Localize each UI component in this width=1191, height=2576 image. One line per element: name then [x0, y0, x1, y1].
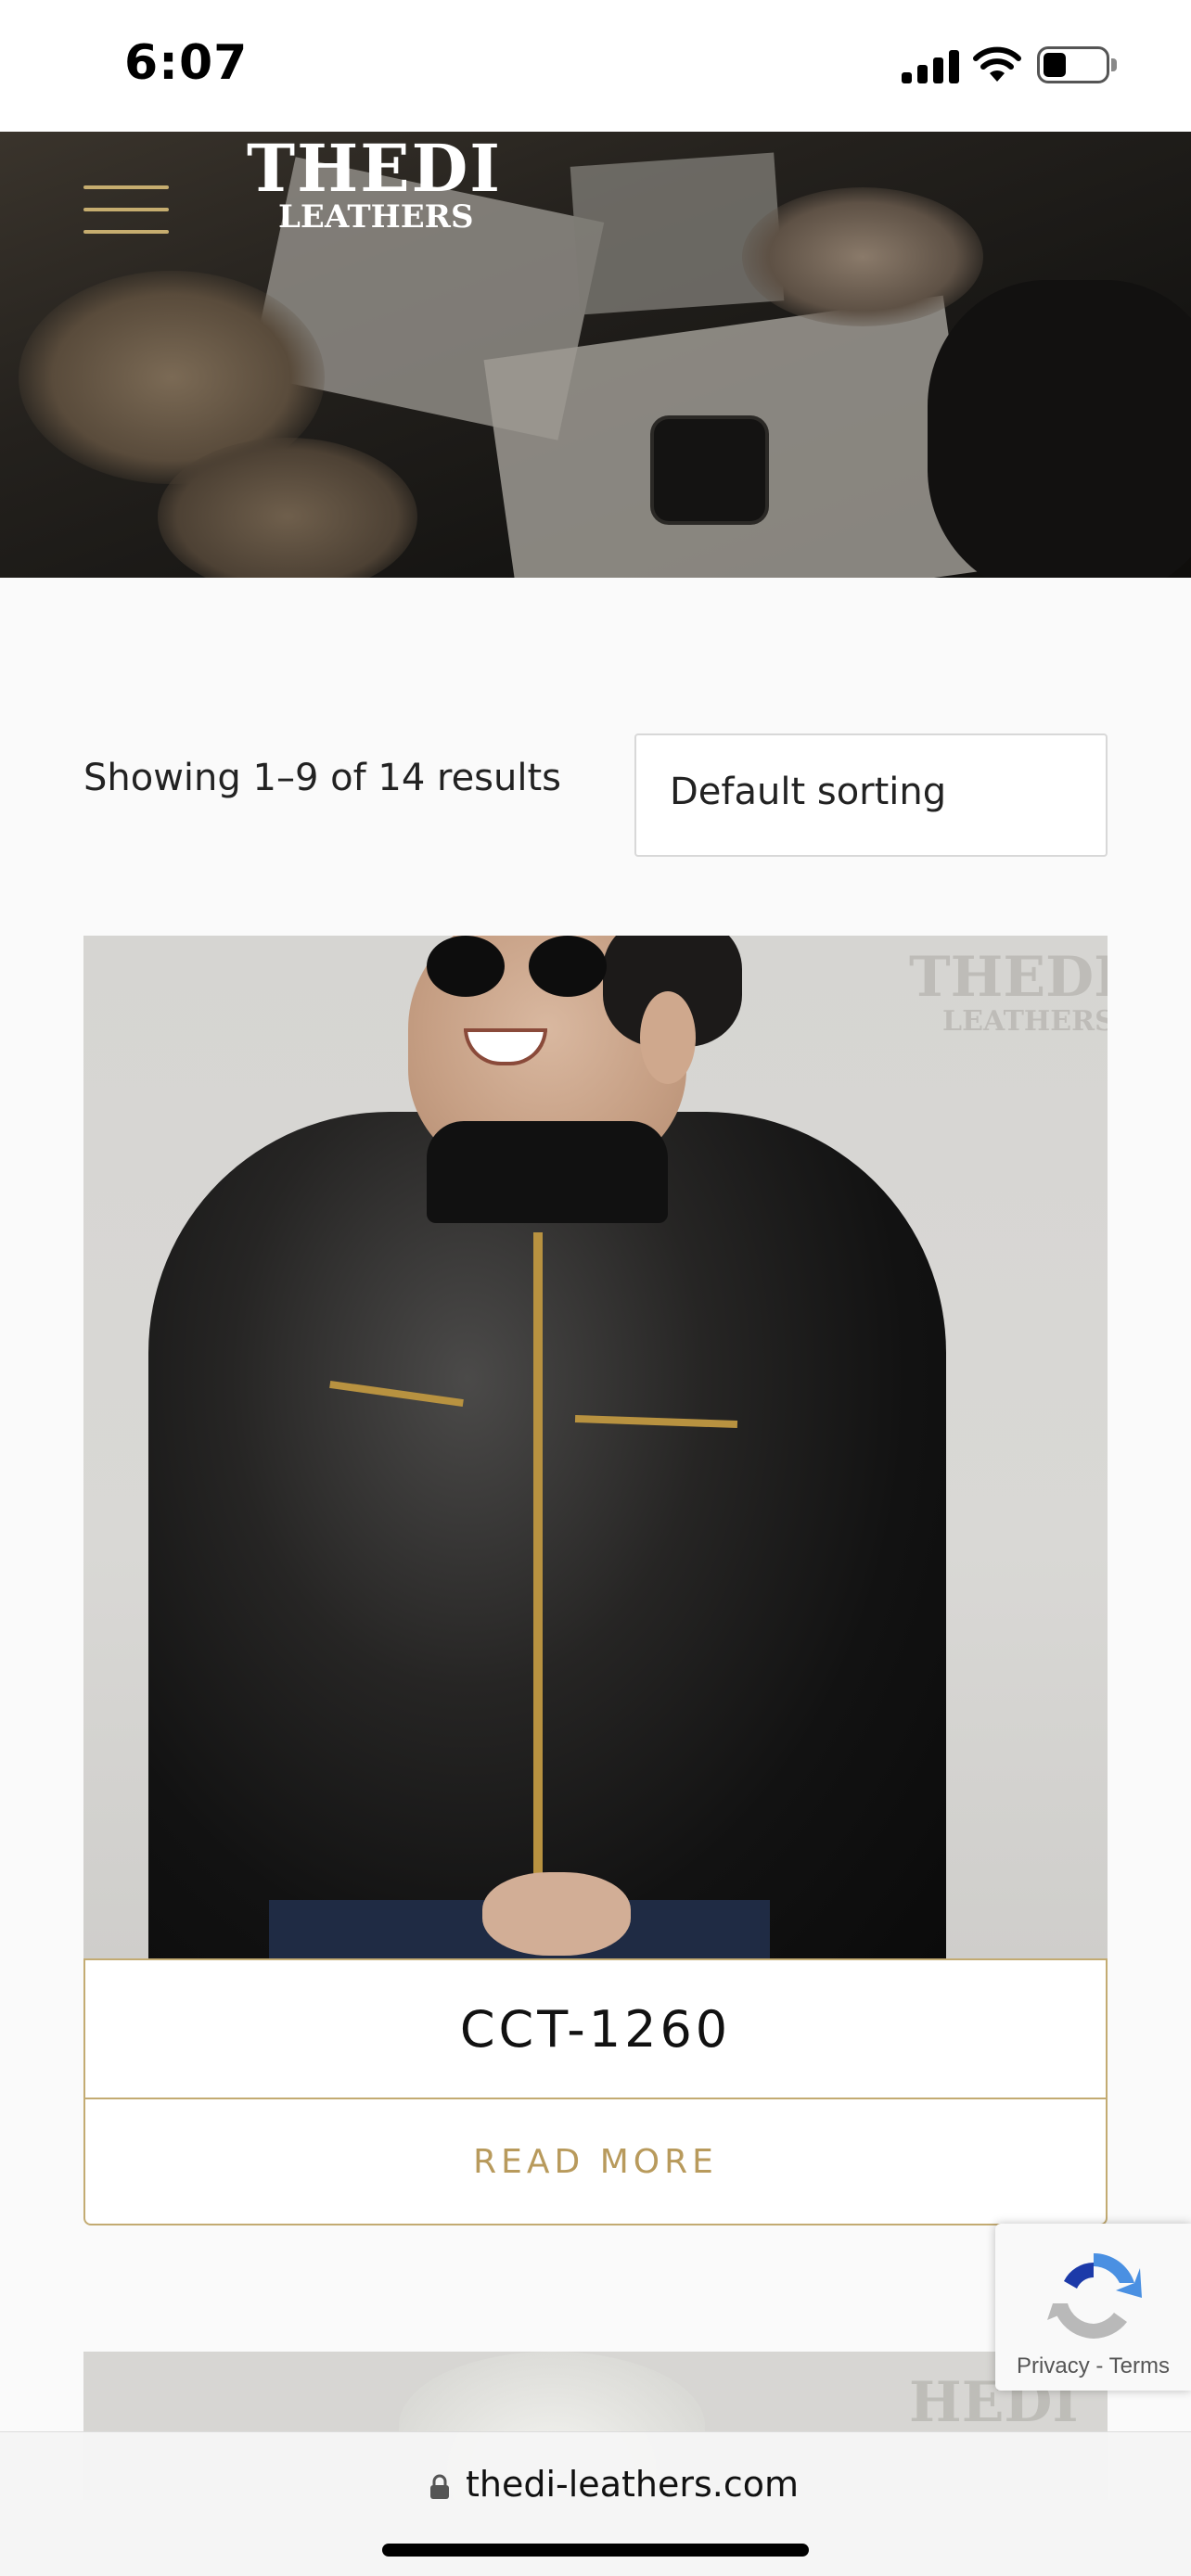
product-title[interactable]: CCT-1260 [83, 1958, 1108, 2099]
sunglasses-left-lens [427, 936, 505, 997]
wifi-icon [973, 46, 1021, 82]
hero-banner: THEDI LEATHERS [0, 132, 1191, 578]
sunglasses-right-lens [529, 936, 607, 997]
browser-url-bar[interactable]: thedi-leathers.com [0, 2431, 1191, 2576]
cellular-signal-icon [902, 50, 959, 83]
lock-icon [430, 2474, 449, 2499]
recaptcha-links[interactable]: Privacy - Terms [995, 2353, 1191, 2379]
status-time: 6:07 [124, 35, 249, 91]
page: 6:07 THEDI LEATHERS Showing 1–9 of 14 re… [0, 0, 1191, 2576]
product-image[interactable]: THEDI LEATHERS [83, 936, 1108, 1958]
status-bar: 6:07 [0, 0, 1191, 132]
recaptcha-icon [1047, 2252, 1142, 2339]
recaptcha-badge[interactable]: Privacy - Terms [995, 2224, 1191, 2391]
results-count: Showing 1–9 of 14 results [83, 757, 561, 799]
sort-dropdown[interactable]: Default sorting [634, 733, 1108, 857]
read-more-button[interactable]: READ MORE [83, 2099, 1108, 2225]
ink-bottle-image [654, 419, 765, 521]
logo-watermark: THEDI LEATHERS [909, 945, 1108, 1038]
privacy-link[interactable]: Privacy [1017, 2353, 1090, 2378]
hamburger-menu-icon[interactable] [83, 159, 169, 234]
site-logo[interactable]: THEDI LEATHERS [243, 132, 500, 257]
battery-icon [1037, 46, 1117, 83]
home-indicator[interactable] [382, 2544, 809, 2557]
terms-link[interactable]: Terms [1109, 2353, 1170, 2378]
recaptcha-separator: - [1095, 2353, 1104, 2378]
url-text[interactable]: thedi-leathers.com [466, 2464, 799, 2505]
